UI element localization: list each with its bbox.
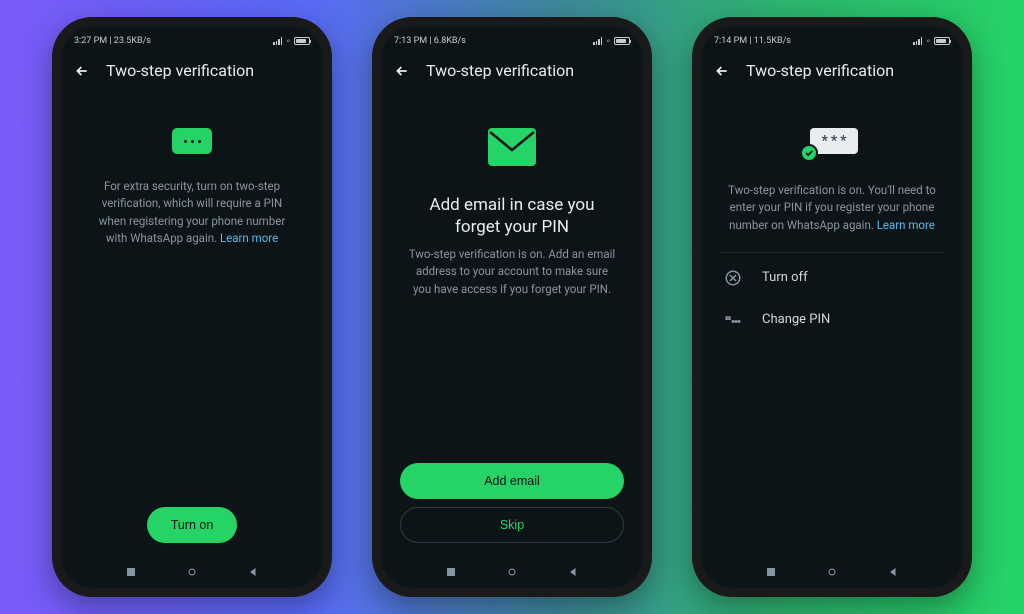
pin-hero-icon — [172, 128, 212, 154]
wifi-icon: ◦ — [286, 36, 290, 47]
divider — [720, 252, 944, 253]
phone-screen-3: 7:14 PM | 11.5KB/s ◦ Two-step verificati… — [692, 17, 972, 597]
add-email-button[interactable]: Add email — [400, 463, 624, 499]
nav-recent-icon[interactable] — [125, 566, 137, 578]
signal-icon — [593, 37, 602, 45]
change-pin-item[interactable]: Change PIN — [720, 299, 944, 341]
signal-icon — [913, 37, 922, 45]
content-area: *** Two-step verification is on. You'll … — [700, 94, 964, 559]
envelope-hero-icon — [488, 128, 536, 170]
turn-on-button[interactable]: Turn on — [147, 507, 237, 543]
app-bar: Two-step verification — [380, 51, 644, 94]
content-area: For extra security, turn on two-step ver… — [60, 94, 324, 507]
phone-screen-1: 3:27 PM | 23.5KB/s ◦ Two-step verificati… — [52, 17, 332, 597]
turn-off-icon — [724, 269, 742, 287]
status-time: 7:13 PM | 6.8KB/s — [394, 36, 466, 46]
skip-button[interactable]: Skip — [400, 507, 624, 543]
item-label: Change PIN — [762, 312, 830, 327]
bottom-actions: Add email Skip — [380, 463, 644, 559]
status-bar: 7:13 PM | 6.8KB/s ◦ — [380, 31, 644, 51]
battery-icon — [294, 37, 310, 45]
nav-home-icon[interactable] — [186, 566, 198, 578]
signal-icon — [273, 37, 282, 45]
back-icon[interactable] — [74, 63, 90, 79]
status-bar: 7:14 PM | 11.5KB/s ◦ — [700, 31, 964, 51]
learn-more-link[interactable]: Learn more — [877, 218, 935, 232]
nav-recent-icon[interactable] — [765, 566, 777, 578]
nav-bar — [60, 559, 324, 589]
content-area: Add email in case you forget your PIN Tw… — [380, 94, 644, 463]
app-bar: Two-step verification — [700, 51, 964, 94]
nav-recent-icon[interactable] — [445, 566, 457, 578]
status-time: 3:27 PM | 23.5KB/s — [74, 36, 151, 46]
status-indicators: ◦ — [913, 36, 950, 47]
checkmark-icon — [800, 144, 818, 162]
status-time: 7:14 PM | 11.5KB/s — [714, 36, 791, 46]
turn-off-item[interactable]: Turn off — [720, 257, 944, 299]
description-text: Two-step verification is on. Add an emai… — [400, 246, 624, 298]
description-text: Two-step verification is on. You'll need… — [720, 182, 944, 234]
wifi-icon: ◦ — [926, 36, 930, 47]
description-text: For extra security, turn on two-step ver… — [80, 178, 304, 247]
phone-screen-2: 7:13 PM | 6.8KB/s ◦ Two-step verificatio… — [372, 17, 652, 597]
page-title: Two-step verification — [106, 61, 254, 80]
change-pin-icon — [724, 311, 742, 329]
back-icon[interactable] — [714, 63, 730, 79]
status-bar: 3:27 PM | 23.5KB/s ◦ — [60, 31, 324, 51]
status-indicators: ◦ — [273, 36, 310, 47]
nav-home-icon[interactable] — [826, 566, 838, 578]
nav-back-icon[interactable] — [567, 566, 579, 578]
nav-home-icon[interactable] — [506, 566, 518, 578]
back-icon[interactable] — [394, 63, 410, 79]
battery-icon — [614, 37, 630, 45]
nav-back-icon[interactable] — [247, 566, 259, 578]
pin-verified-hero-icon: *** — [806, 128, 858, 158]
wifi-icon: ◦ — [606, 36, 610, 47]
page-title: Two-step verification — [426, 61, 574, 80]
nav-bar — [700, 559, 964, 589]
item-label: Turn off — [762, 270, 808, 285]
learn-more-link[interactable]: Learn more — [220, 231, 278, 245]
status-indicators: ◦ — [593, 36, 630, 47]
nav-bar — [380, 559, 644, 589]
app-bar: Two-step verification — [60, 51, 324, 94]
heading-text: Add email in case you forget your PIN — [400, 194, 624, 238]
nav-back-icon[interactable] — [887, 566, 899, 578]
battery-icon — [934, 37, 950, 45]
page-title: Two-step verification — [746, 61, 894, 80]
bottom-actions: Turn on — [60, 507, 324, 559]
